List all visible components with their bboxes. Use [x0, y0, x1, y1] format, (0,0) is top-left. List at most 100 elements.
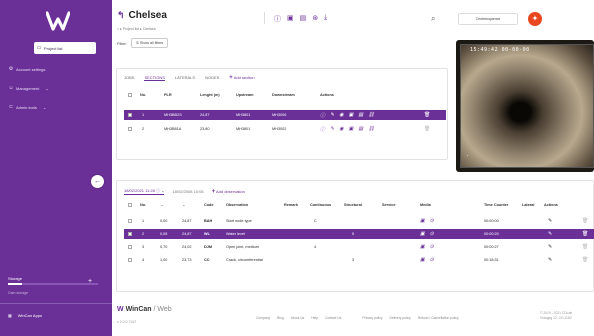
edit-icon[interactable]: ✎: [330, 112, 334, 119]
row-checkbox[interactable]: [128, 258, 132, 262]
footer-link[interactable]: Contact Us: [325, 316, 341, 320]
storage-progress-fill: [8, 283, 22, 285]
delete-icon[interactable]: 🗑: [582, 244, 588, 250]
delete-icon[interactable]: 🗑: [582, 257, 588, 263]
table-row[interactable]: 4 1,00 23,73 CC Crack, circumferential 3 ▣ ⊙ 00:…: [124, 255, 594, 265]
row-checkbox[interactable]: [128, 113, 132, 117]
inspection-tab-active[interactable]: 18/02/2021 11:28 ⓘ ⌄: [124, 188, 165, 195]
footer-link[interactable]: Blog: [277, 316, 284, 320]
table-row[interactable]: 1 0,00 24,87 BAH Start node type C ▣ ⊙ 00:00:00 ✎…: [124, 216, 594, 226]
breadcrumb-current: Chelsea: [142, 27, 156, 31]
edit-icon[interactable]: ✎: [548, 257, 552, 263]
delete-icon[interactable]: 🗑: [424, 112, 430, 118]
info-icon[interactable]: ⓘ: [320, 112, 325, 119]
delete-icon[interactable]: 🗑: [582, 231, 588, 237]
video-player[interactable]: 15:49:42 00-00-00 ◔: [456, 40, 594, 172]
view-icon[interactable]: ◉: [339, 126, 343, 133]
footer-link[interactable]: Refund / Cancellation policy: [418, 316, 459, 320]
filter-icon: ⇅: [136, 41, 140, 45]
edit-icon[interactable]: ✎: [330, 126, 334, 133]
row-checkbox[interactable]: [128, 127, 132, 131]
add-storage-icon[interactable]: +: [88, 278, 92, 285]
video-icon[interactable]: ⊙: [430, 257, 434, 263]
media-icons: ▣ ⊙: [420, 257, 434, 263]
search-icon[interactable]: ⌕: [431, 14, 435, 24]
link-icon[interactable]: ⛓: [368, 112, 374, 119]
edit-icon[interactable]: ✎: [548, 218, 552, 224]
add-section-button[interactable]: + Add section: [229, 75, 254, 81]
table-row[interactable]: 1 MH3BB2S 24,87 MH3801 MH3006 ⓘ ✎ ◉ ▣ ▤ ⛓ 🗑: [124, 110, 446, 120]
edit-icon[interactable]: ✎: [548, 244, 552, 250]
table-row[interactable]: 2 MH3B81A 23,80 MH3801 MH3002 ⓘ ✎ ◉ ▣ ▤ ⛓ 🗑: [124, 124, 446, 134]
settings-icon[interactable]: ⊛: [312, 14, 318, 24]
download-icon[interactable]: ⤓: [324, 14, 327, 24]
row-checkbox[interactable]: [128, 232, 132, 236]
document-icon[interactable]: ▤: [300, 14, 307, 24]
footer-link[interactable]: Delivery policy: [390, 316, 411, 320]
wincan-apps-link[interactable]: ▦ WinCan Apps: [8, 313, 42, 318]
select-all-checkbox[interactable]: [128, 93, 132, 97]
back-arrow-icon[interactable]: ↰: [117, 10, 125, 21]
cell-no: 2: [142, 127, 145, 131]
apps-grid-icon: ▦: [8, 313, 12, 318]
report-icon[interactable]: ▣: [349, 126, 354, 133]
footer-link[interactable]: About Us: [291, 316, 305, 320]
sidebar-item-project-list[interactable]: ▭ Project list: [34, 42, 96, 54]
inspection-tab-other[interactable]: 18/02/2008 10:06: [172, 189, 203, 194]
cell-b: 24,02: [182, 245, 192, 249]
info-icon[interactable]: ⓘ: [274, 14, 281, 24]
tab-jobs[interactable]: JOBS: [124, 75, 134, 81]
tab-laterals[interactable]: LATERALS: [175, 75, 195, 81]
photo-icon[interactable]: ▣: [420, 244, 425, 250]
footer-link[interactable]: Company: [256, 316, 270, 320]
media-icon[interactable]: ▤: [358, 112, 363, 119]
inspection-date: 18/02/2021 11:28: [124, 188, 155, 193]
photo-icon[interactable]: ▣: [420, 218, 425, 224]
select-all-checkbox[interactable]: [128, 203, 132, 207]
tab-nodes[interactable]: NODES: [205, 75, 219, 81]
view-icon[interactable]: ◉: [339, 112, 343, 119]
divider: [0, 303, 112, 304]
footer-link[interactable]: Privacy policy: [362, 316, 382, 320]
row-checkbox[interactable]: [128, 219, 132, 223]
table-header: No. PLR Lenght (m) Upstream Downstream A…: [124, 90, 446, 100]
cell-plr: MH3BB2S: [164, 113, 182, 117]
col-upstream: Upstream: [236, 93, 254, 97]
table-row[interactable]: 2 0,05 24,87 WL Water level 5 ▣ ⊙ 00:00:20 ✎ 🗑: [124, 229, 594, 239]
photo-icon[interactable]: ▣: [420, 257, 425, 263]
table-row[interactable]: 3 0,70 24,02 DJM Open joint, medium 4 ▣ ⊙ 00:00:…: [124, 242, 594, 252]
row-checkbox[interactable]: [128, 245, 132, 249]
media-icon[interactable]: ▤: [358, 126, 363, 133]
cell-plr: MH3B81A: [164, 127, 182, 131]
breadcrumb-project-list[interactable]: Project list: [123, 27, 139, 31]
sidebar-item-management[interactable]: ☺ Management ⌄: [6, 82, 106, 94]
media-icons: ▣ ⊙: [420, 244, 434, 250]
edit-icon[interactable]: ✎: [548, 231, 552, 237]
collapse-sidebar-button[interactable]: ←: [91, 175, 104, 188]
video-icon[interactable]: ⊙: [430, 244, 434, 250]
show-filters-button[interactable]: ⇅ Show all filters: [131, 38, 169, 48]
photo-icon[interactable]: ▣: [420, 231, 425, 237]
delete-icon[interactable]: 🗑: [582, 218, 588, 224]
table-header: No. → ← Code Observation Remark Continuo…: [124, 200, 594, 210]
info-icon[interactable]: ⓘ: [320, 126, 325, 133]
gear-icon: ⚙: [8, 66, 14, 72]
sidebar: ▭ Project list ⚙ Account settings ☺ Mana…: [0, 0, 112, 336]
user-menu[interactable]: Centreloquence: [458, 13, 518, 25]
cell-no: 3: [142, 245, 145, 249]
report-icon[interactable]: ▣: [287, 14, 294, 24]
delete-icon[interactable]: 🗑: [424, 126, 430, 132]
link-icon[interactable]: ⛓: [368, 126, 374, 133]
video-icon[interactable]: ⊙: [430, 231, 434, 237]
home-icon[interactable]: ⌂: [117, 27, 119, 31]
add-observation-button[interactable]: + Add observation: [212, 189, 245, 195]
col-length: Lenght (m): [200, 93, 220, 97]
footer-link[interactable]: Help: [311, 316, 318, 320]
sidebar-item-account-settings[interactable]: ⚙ Account settings: [6, 63, 106, 75]
sidebar-item-admin-tools[interactable]: ⊂ Admin tools ⌄: [6, 101, 106, 113]
cell-time: 00:00:00: [484, 219, 499, 223]
report-icon[interactable]: ▣: [349, 112, 354, 119]
cell-no: 2: [142, 232, 145, 236]
video-icon[interactable]: ⊙: [430, 218, 434, 224]
tab-sections[interactable]: SECTIONS: [144, 75, 165, 81]
